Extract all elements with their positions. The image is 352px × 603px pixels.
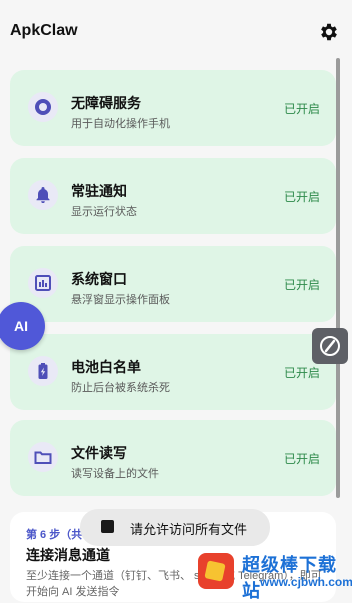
permission-title: 电池白名单 — [71, 359, 141, 375]
scrollbar[interactable] — [336, 58, 340, 498]
watermark: 超级棒下载站 www.cjbwh.com — [196, 547, 352, 601]
permission-title: 系统窗口 — [71, 271, 127, 287]
app-icon — [101, 520, 114, 533]
site-logo — [198, 553, 234, 589]
permission-list: 无障碍服务 用于自动化操作手机 已开启 常驻通知 显示运行状态 已开启 系统窗口… — [10, 68, 336, 528]
permission-subtitle: 读写设备上的文件 — [71, 468, 159, 480]
permission-card-system-window[interactable]: 系统窗口 悬浮窗显示操作面板 已开启 — [10, 246, 336, 322]
floating-panel-handle[interactable] — [312, 328, 348, 364]
permission-title: 无障碍服务 — [71, 95, 141, 111]
step-indicator: 第 6 步（共 — [26, 529, 83, 541]
gear-icon[interactable] — [318, 21, 340, 43]
toast-message: 请允许访问所有文件 — [80, 509, 270, 546]
app-title: ApkClaw — [10, 22, 78, 39]
channel-title: 连接消息通道 — [26, 547, 110, 563]
watermark-url: www.cjbwh.com — [260, 575, 352, 589]
toast-text: 请允许访问所有文件 — [130, 522, 248, 537]
claw-icon — [320, 336, 340, 356]
accessibility-icon — [28, 92, 58, 122]
permission-card-file-access[interactable]: 文件读写 读写设备上的文件 已开启 — [10, 420, 336, 496]
permission-subtitle: 显示运行状态 — [71, 206, 137, 218]
status-label: 已开启 — [283, 452, 320, 466]
permission-title: 文件读写 — [71, 445, 127, 461]
bell-icon — [28, 180, 58, 210]
folder-icon — [28, 442, 58, 472]
battery-icon — [28, 356, 58, 386]
status-label: 已开启 — [283, 190, 320, 204]
status-label: 已开启 — [283, 102, 320, 116]
status-label: 已开启 — [283, 278, 320, 292]
permission-card-battery[interactable]: 电池白名单 防止后台被系统杀死 已开启 — [10, 334, 336, 410]
status-label: 已开启 — [283, 366, 320, 380]
permission-subtitle: 用于自动化操作手机 — [71, 118, 170, 130]
permission-subtitle: 防止后台被系统杀死 — [71, 382, 170, 394]
permission-title: 常驻通知 — [71, 183, 127, 199]
permission-card-accessibility[interactable]: 无障碍服务 用于自动化操作手机 已开启 — [10, 70, 336, 146]
app-header: ApkClaw — [0, 0, 352, 64]
permission-card-notification[interactable]: 常驻通知 显示运行状态 已开启 — [10, 158, 336, 234]
window-icon — [28, 268, 58, 298]
permission-subtitle: 悬浮窗显示操作面板 — [71, 294, 170, 306]
